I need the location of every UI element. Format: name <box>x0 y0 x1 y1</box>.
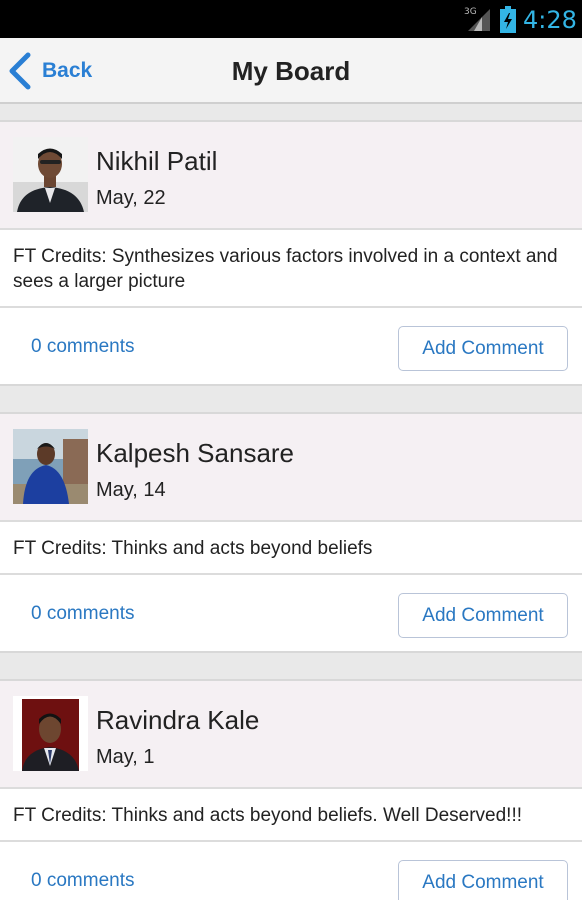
comments-link[interactable]: 0 comments <box>31 870 134 892</box>
add-comment-button[interactable]: Add Comment <box>398 326 568 371</box>
post-date: May, 1 <box>96 746 155 768</box>
post-header: Ravindra Kale May, 1 <box>0 681 582 789</box>
author-name: Ravindra Kale <box>96 705 260 735</box>
post-footer: 0 comments Add Comment <box>0 308 582 386</box>
battery-icon <box>500 6 516 33</box>
comments-link[interactable]: 0 comments <box>31 336 134 358</box>
avatar[interactable] <box>13 429 88 504</box>
action-bar: Back My Board <box>0 38 582 104</box>
avatar[interactable] <box>13 137 88 212</box>
avatar[interactable] <box>13 696 88 771</box>
post-card: Nikhil Patil May, 22 FT Credits: Synthes… <box>0 120 582 386</box>
post-text: FT Credits: Synthesizes various factors … <box>0 230 582 308</box>
post-card: Kalpesh Sansare May, 14 FT Credits: Thin… <box>0 412 582 653</box>
post-date: May, 14 <box>96 479 166 501</box>
comments-link[interactable]: 0 comments <box>31 603 134 625</box>
author-name: Kalpesh Sansare <box>96 438 295 468</box>
page-title: My Board <box>231 56 351 86</box>
post-header: Nikhil Patil May, 22 <box>0 122 582 230</box>
post-header: Kalpesh Sansare May, 14 <box>0 414 582 522</box>
post-text: FT Credits: Thinks and acts beyond belie… <box>0 522 582 575</box>
post-card: Ravindra Kale May, 1 FT Credits: Thinks … <box>0 679 582 900</box>
status-time: 4:28 <box>523 6 577 34</box>
add-comment-button[interactable]: Add Comment <box>398 593 568 638</box>
signal-icon: 3G <box>464 7 492 31</box>
author-name: Nikhil Patil <box>96 146 218 176</box>
status-bar: 3G 4:28 <box>0 0 582 38</box>
post-footer: 0 comments Add Comment <box>0 842 582 900</box>
post-date: May, 22 <box>96 187 166 209</box>
post-footer: 0 comments Add Comment <box>0 575 582 653</box>
post-text: FT Credits: Thinks and acts beyond belie… <box>0 789 582 842</box>
add-comment-button[interactable]: Add Comment <box>398 860 568 900</box>
board-feed[interactable]: Nikhil Patil May, 22 FT Credits: Synthes… <box>0 104 582 900</box>
